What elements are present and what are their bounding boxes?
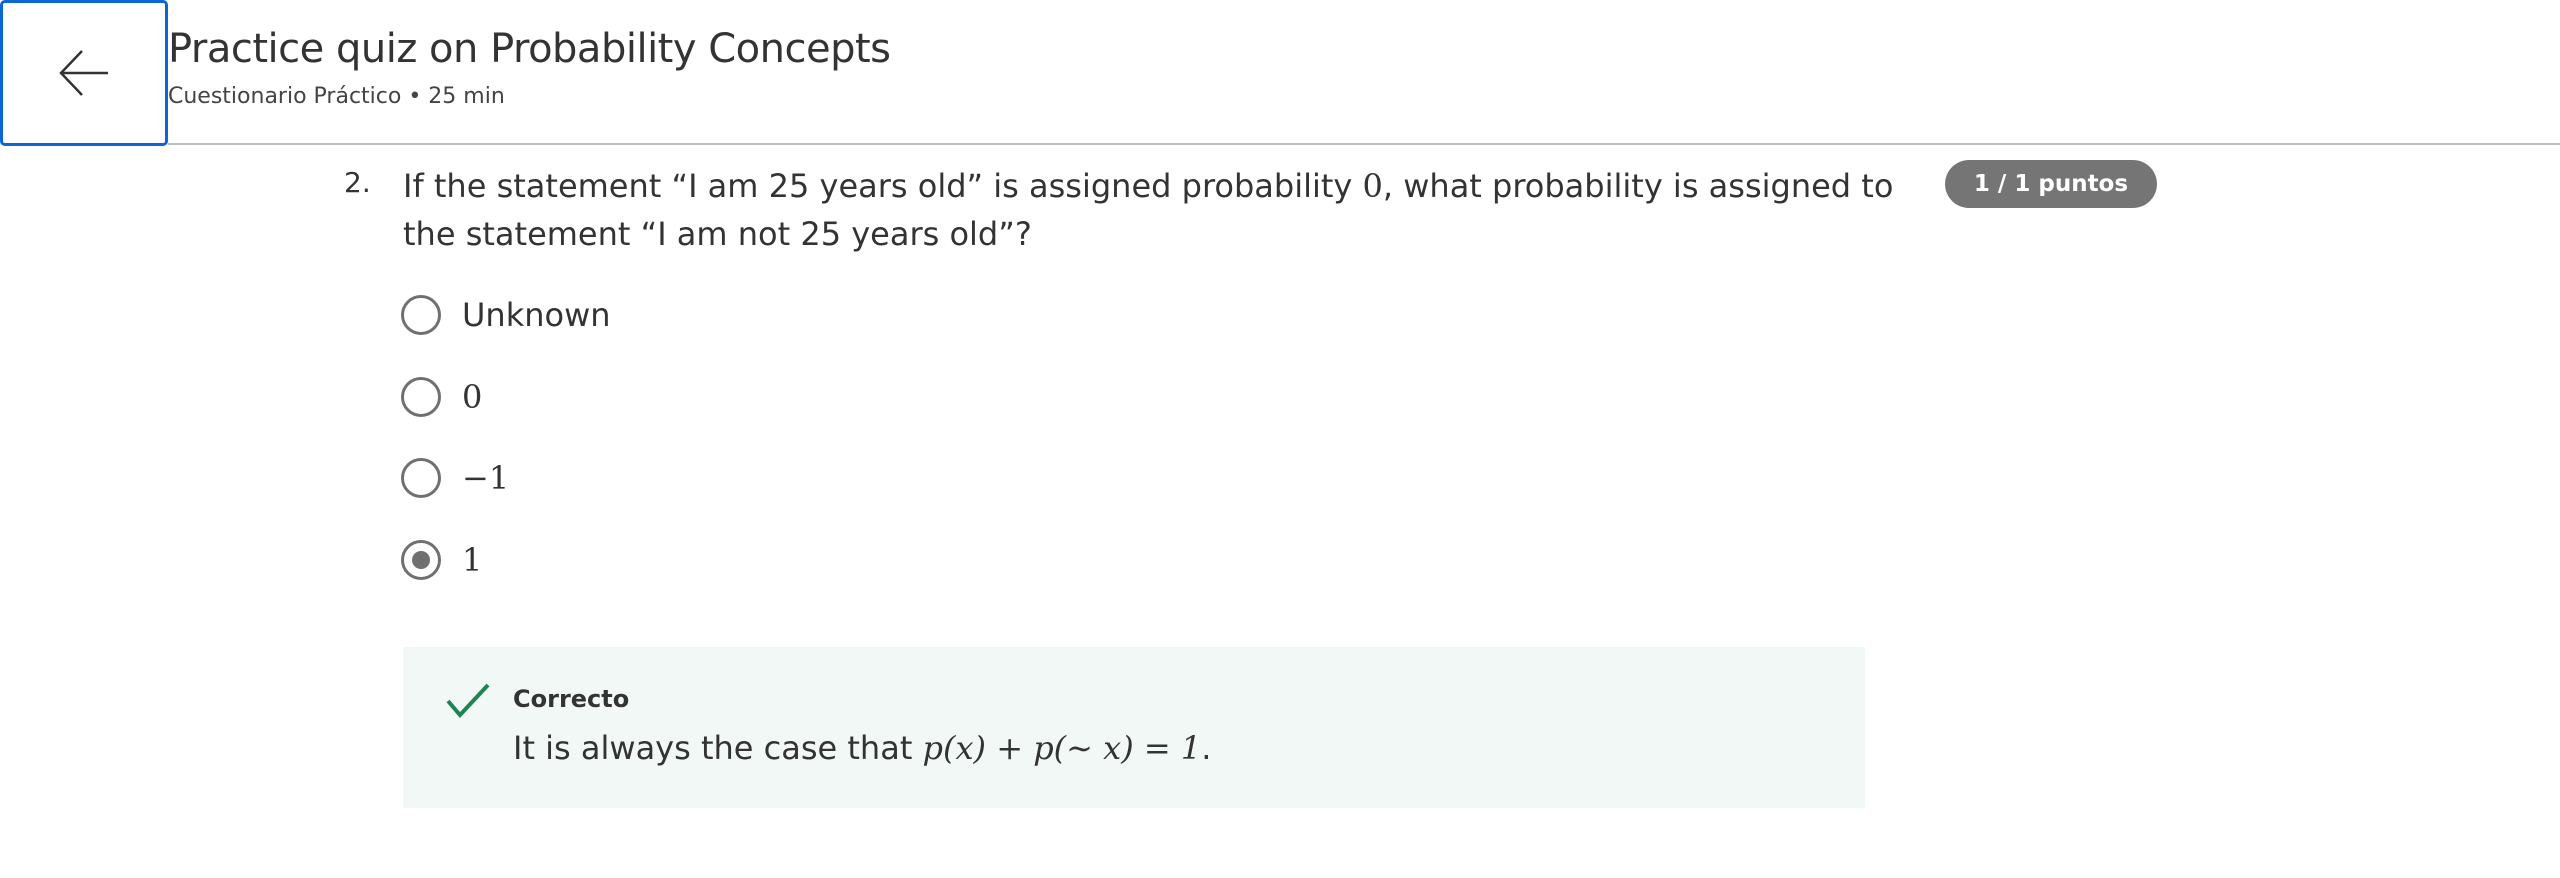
feedback-text: It is always the case that [513, 729, 923, 767]
feedback-status: Correcto [513, 685, 630, 713]
feedback-period: . [1201, 729, 1212, 767]
radio-button[interactable] [401, 295, 441, 335]
page-subtitle: Cuestionario Práctico • 25 min [168, 84, 505, 109]
radio-button[interactable] [401, 458, 441, 498]
page-title: Practice quiz on Probability Concepts [168, 26, 891, 72]
feedback-explanation: It is always the case that p(x) + p(∼ x)… [513, 729, 1211, 767]
feedback-formula: p(x) + p(∼ x) = 1 [922, 729, 1202, 767]
question-text: If the statement “I am 25 years old” is … [403, 162, 1923, 258]
radio-button[interactable] [401, 377, 441, 417]
arrow-left-icon [59, 50, 108, 96]
option-label: 0 [462, 378, 483, 416]
header-divider [168, 143, 2560, 145]
option-unknown[interactable]: Unknown [401, 290, 611, 340]
checkmark-icon [446, 683, 490, 718]
option-label: Unknown [462, 296, 611, 334]
option-minus-1[interactable]: −1 [401, 453, 509, 503]
score-badge: 1 / 1 puntos [1945, 160, 2157, 208]
question-text-part: If the statement “I am 25 years old” is … [403, 167, 1363, 205]
question-math: 0 [1362, 167, 1383, 205]
option-0[interactable]: 0 [401, 372, 482, 422]
radio-button-selected[interactable] [401, 540, 441, 580]
option-label: −1 [462, 459, 510, 497]
option-1[interactable]: 1 [401, 535, 482, 585]
feedback-panel: Correcto It is always the case that p(x)… [403, 647, 1865, 808]
question-number: 2. [344, 166, 371, 199]
option-label: 1 [462, 541, 483, 579]
back-button[interactable] [0, 0, 168, 146]
